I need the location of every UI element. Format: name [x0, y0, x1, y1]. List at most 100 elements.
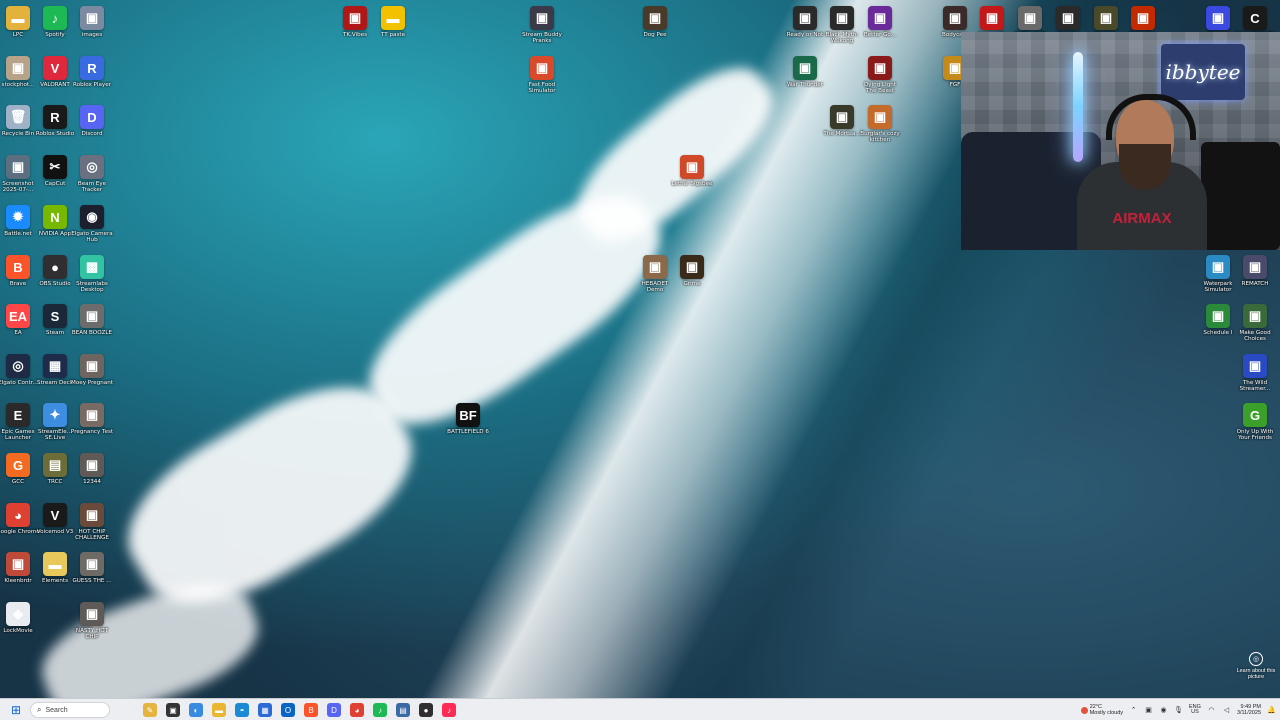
desktop-icon[interactable]: ▣ Burglar's cozy kitchen	[858, 105, 902, 144]
desktop-icon-label: NASTY HOT CHIP	[75, 628, 109, 641]
app-icon: ▣	[6, 56, 30, 80]
desktop-icon[interactable]: ▣ Dying Light The Beast	[858, 56, 902, 95]
desktop-icon[interactable]: ▣ War Thunder	[783, 56, 827, 88]
desktop-icon-label: Elements	[41, 578, 69, 584]
language-bottom: US	[1191, 709, 1199, 715]
desktop-icon[interactable]: ▣ REMATCH	[1233, 255, 1277, 287]
desktop-icon-label: Dog Pee	[643, 32, 667, 38]
taskbar-app-spotify[interactable]: ♪	[370, 700, 390, 720]
app-icon: ▣	[1243, 354, 1267, 378]
clock[interactable]: 9:49 PM 3/11/2025	[1237, 704, 1261, 716]
weather-icon	[1080, 706, 1088, 714]
taskbar-app-pencil[interactable]: ✎	[140, 700, 160, 720]
app-icon: ◕	[6, 503, 30, 527]
notification-icon[interactable]: ◉	[1159, 706, 1168, 715]
taskbar-app-app-blue[interactable]: ▤	[393, 700, 413, 720]
desktop-icon-label: Fast Food Simulator	[528, 82, 556, 95]
app-icon: ▣	[80, 503, 104, 527]
app-icon: ▣	[680, 255, 704, 279]
spotify-icon: ♪	[373, 703, 387, 717]
desktop-icon[interactable]: ▣ Stream Buddy Pranks	[520, 6, 564, 45]
desktop-icon[interactable]: BF BATTLEFIELD 6	[446, 403, 490, 435]
desktop-icon-label: Burglar's cozy kitchen	[860, 131, 900, 144]
desktop-icon[interactable]: ▣ The Wild Streamer...	[1233, 354, 1277, 393]
app-icon: ▣	[680, 155, 704, 179]
app-tray-icon[interactable]: ▣	[1144, 706, 1153, 715]
desktop-icon-label: 12344	[83, 479, 101, 485]
taskbar-app-chrome[interactable]: ◕	[347, 700, 367, 720]
desktop-icon-label: BEAN BOOZLE	[71, 330, 113, 336]
chevron-up-icon[interactable]: ⌃	[1129, 706, 1138, 715]
desktop-icon[interactable]: ▣ Dog Pee	[633, 6, 677, 38]
desktop-icon[interactable]: R Roblox Player	[70, 56, 114, 88]
webcam-chair	[1201, 142, 1280, 250]
desktop-icon-label: VALORANT	[40, 82, 70, 88]
app-icon: V	[43, 56, 67, 80]
desktop-icon[interactable]: ▣ HOT CHIP CHALLENGE	[70, 503, 114, 542]
desktop-icon[interactable]: ▣ GUESS THE ...	[70, 552, 114, 584]
app-icon: ▣	[1243, 255, 1267, 279]
desktop-icon-label: War Thunder	[786, 82, 824, 88]
start-button[interactable]: ⊞	[6, 700, 26, 720]
taskbar-app-task-view[interactable]: ▣	[163, 700, 183, 720]
taskbar-app-outlook[interactable]: O	[278, 700, 298, 720]
weather-desc: Mostly cloudy	[1089, 710, 1124, 716]
webcam-neon-sign: ibbytee	[1161, 44, 1245, 100]
desktop-icon[interactable]: ▬ TT paste	[371, 6, 415, 38]
app-icon: ▣	[80, 403, 104, 427]
desktop-icon[interactable]: ▣ Better Go...	[858, 6, 902, 38]
desktop-icon[interactable]: ▣ NASTY HOT CHIP	[70, 602, 114, 641]
taskbar-app-store[interactable]: ▦	[255, 700, 275, 720]
desktop-icon[interactable]: ▣ images	[70, 6, 114, 38]
desktop-icon[interactable]: ◎ Beam Eye Tracker	[70, 155, 114, 194]
desktop-icon-label: HOT CHIP CHALLENGE	[75, 529, 109, 542]
outlook-icon: O	[281, 703, 295, 717]
microphone-icon[interactable]: 🎙	[1174, 706, 1183, 715]
app-icon: ▩	[80, 255, 104, 279]
learn-about-picture[interactable]: ◎ Learn about this picture	[1234, 652, 1278, 680]
language-indicator[interactable]: ENG US	[1189, 704, 1201, 716]
taskbar-app-discord[interactable]: D	[324, 700, 344, 720]
desktop-icon[interactable]: ▣ 12344	[70, 453, 114, 485]
app-icon: B	[6, 255, 30, 279]
tiktok-icon: ♪	[442, 703, 456, 717]
desktop-icon[interactable]: ▣ BEAN BOOZLE	[70, 304, 114, 336]
desktop-icon[interactable]: ▣ Make Good Choices	[1233, 304, 1277, 343]
app-blue-icon: ▤	[396, 703, 410, 717]
desktop-icon-label: Beam Eye Tracker	[77, 181, 107, 194]
volume-icon[interactable]: ◁	[1222, 706, 1231, 715]
wifi-icon[interactable]: ◠	[1207, 706, 1216, 715]
taskbar-apps: ✎ ▣ ◐ ▬ ◓ ▦ O B D ◕ ♪ ▤ ● ♪	[140, 700, 459, 720]
desktop-icon-label: GUESS THE ...	[72, 578, 112, 584]
desktop-icon[interactable]: ▣ Moey Pregnant	[70, 354, 114, 386]
desktop-icon-label: stockphot...	[1, 82, 35, 88]
desktop-icon[interactable]: ▣ Grime	[670, 255, 714, 287]
desktop-icon[interactable]: ▣ Fast Food Simulator	[520, 56, 564, 95]
taskbar: ⊞ ⌕ Search ✎ ▣ ◐ ▬ ◓ ▦ O B D ◕ ♪ ▤ ● ♪ 22°C Mostly cl…	[0, 698, 1280, 720]
taskbar-app-copilot[interactable]: ◐	[186, 700, 206, 720]
app-icon: ◎	[6, 354, 30, 378]
desktop-icon[interactable]: ▣ Pregnancy Test	[70, 403, 114, 435]
desktop-icon[interactable]: ▣ Lethal Sigsbee	[670, 155, 714, 187]
desktop-icon[interactable]: G Only Up With Your Friends	[1233, 403, 1277, 442]
app-icon: ▤	[43, 453, 67, 477]
weather-widget[interactable]: 22°C Mostly cloudy	[1080, 704, 1124, 716]
app-icon: ◉	[80, 205, 104, 229]
desktop-icon-label: Battle.net	[4, 231, 32, 237]
desktop-icon[interactable]: ◉ Elgato Camera Hub	[70, 205, 114, 244]
app-icon: EA	[6, 304, 30, 328]
desktop-icon[interactable]: ▩ Streamlabs Desktop	[70, 255, 114, 294]
app-icon: ▣	[868, 105, 892, 129]
bell-icon[interactable]: 🔔	[1267, 706, 1276, 715]
app-icon: ▣	[80, 602, 104, 626]
desktop-icon[interactable]: D Discord	[70, 105, 114, 137]
desktop-icon[interactable]: ◈ LockMovie	[0, 602, 40, 634]
taskbar-app-obs[interactable]: ●	[416, 700, 436, 720]
taskbar-app-edge[interactable]: ◓	[232, 700, 252, 720]
search-icon: ⌕	[37, 705, 42, 714]
app-icon: ▣	[1094, 6, 1118, 30]
taskbar-app-brave[interactable]: B	[301, 700, 321, 720]
taskbar-app-file-explorer[interactable]: ▬	[209, 700, 229, 720]
search-input[interactable]: ⌕ Search	[30, 702, 110, 718]
taskbar-app-tiktok[interactable]: ♪	[439, 700, 459, 720]
